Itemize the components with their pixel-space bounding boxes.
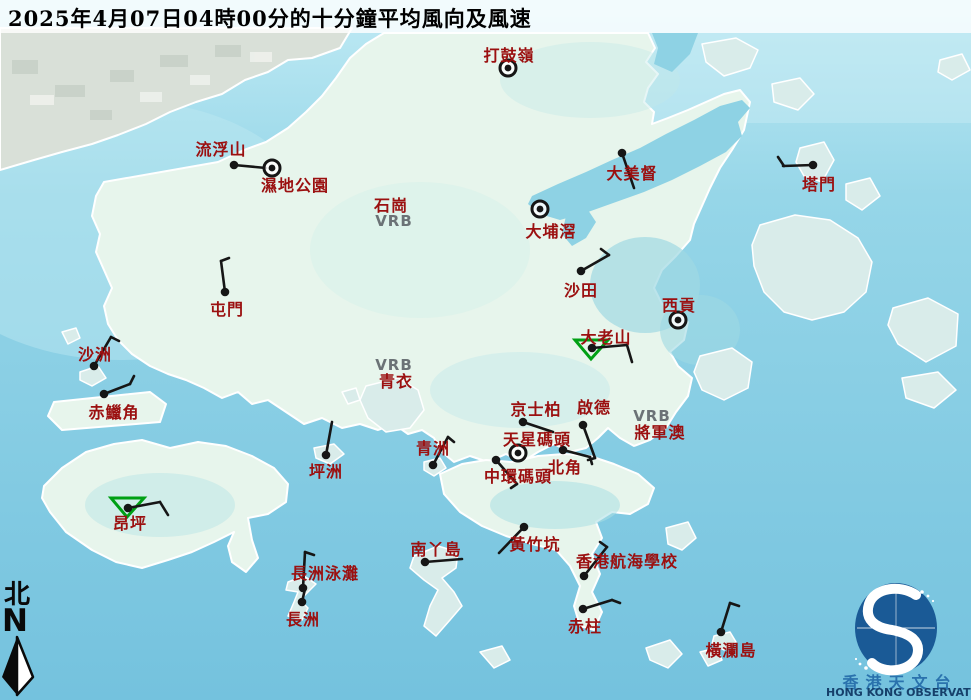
station-dot xyxy=(299,584,308,593)
station-dot xyxy=(618,149,627,158)
station-dot xyxy=(579,421,588,430)
wind-map-canvas: 打鼓嶺流浮山濕地公園石崗VRB大美督塔門大埔滘沙田屯門西貢大老山沙洲赤鱲角青衣V… xyxy=(0,0,971,700)
station-dot xyxy=(492,456,501,465)
hko-name-english: HONG KONG OBSERVATORY xyxy=(826,686,971,699)
hko-logo: 香港天文台 HONG KONG OBSERVATORY xyxy=(830,580,971,700)
map-title: 2025年4月07日04時00分的十分鐘平均風向及風速 xyxy=(8,3,532,33)
station-dot xyxy=(230,161,239,170)
station-dot xyxy=(421,558,430,567)
calm-wind-dot xyxy=(515,450,522,457)
calm-wind-dot xyxy=(269,165,276,172)
station-dot xyxy=(221,288,230,297)
station-dot xyxy=(124,504,133,513)
title-bar: 2025年4月07日04時00分的十分鐘平均風向及風速 xyxy=(0,0,971,33)
compass-north-indicator: 北 N xyxy=(0,582,46,700)
station-dot xyxy=(809,161,818,170)
station-sai-kung xyxy=(670,312,686,328)
station-dot xyxy=(90,362,99,371)
station-ta-kwu-ling xyxy=(500,60,516,76)
calm-wind-dot xyxy=(675,317,682,324)
station-dot xyxy=(322,451,331,460)
station-dot xyxy=(717,628,726,637)
station-dot xyxy=(100,390,109,399)
station-star-ferry xyxy=(510,445,526,461)
station-tai-po-kau xyxy=(532,201,548,217)
north-arrow-icon xyxy=(0,582,46,700)
station-dot xyxy=(577,267,586,276)
hong-kong-base-map xyxy=(0,0,971,700)
station-dot xyxy=(520,523,529,532)
station-dot xyxy=(580,572,589,581)
station-wetland-park xyxy=(264,160,280,176)
station-dot xyxy=(298,598,307,607)
calm-wind-dot xyxy=(505,65,512,72)
station-dot xyxy=(519,418,528,427)
wind-barb xyxy=(783,165,813,166)
station-dot xyxy=(579,605,588,614)
station-dot xyxy=(429,461,438,470)
calm-wind-dot xyxy=(537,206,544,213)
station-dot xyxy=(588,344,597,353)
station-dot xyxy=(559,446,568,455)
